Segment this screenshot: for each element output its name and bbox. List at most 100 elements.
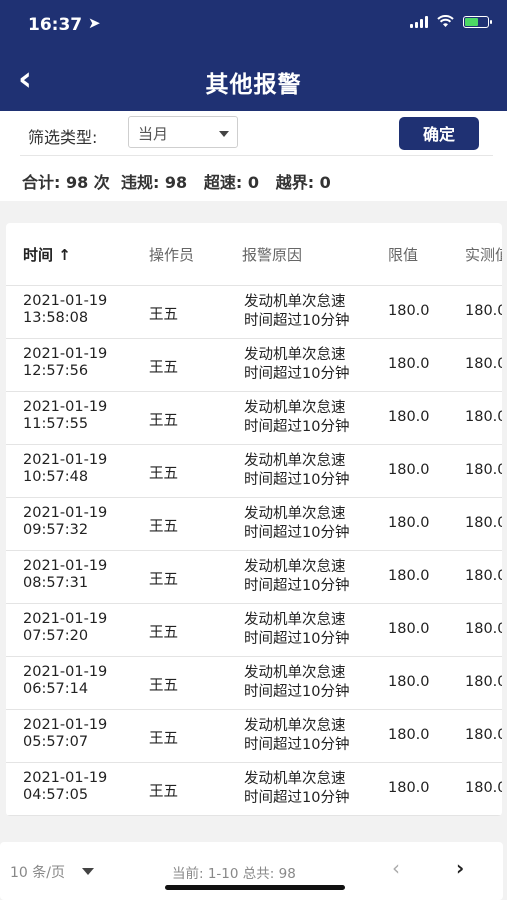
cell-reason-line2: 时间超过10分钟 bbox=[244, 313, 350, 329]
cell-clock: 05:57:07 bbox=[23, 734, 89, 750]
cell-time: 2021-01-19 04:57:05 bbox=[23, 770, 107, 804]
cell-clock: 11:57:55 bbox=[23, 416, 89, 432]
confirm-button[interactable]: 确定 bbox=[399, 117, 479, 150]
cell-reason-line1: 发动机单次怠速 bbox=[244, 771, 346, 787]
cell-limit: 180.0 bbox=[388, 621, 430, 637]
wifi-icon bbox=[437, 15, 454, 27]
cell-limit: 180.0 bbox=[388, 356, 430, 372]
app-header: 16:37 ➤ ‹ 其他报警 bbox=[0, 0, 507, 111]
filter-type-label: 筛选类型: bbox=[28, 128, 98, 147]
cell-actual: 180.0 bbox=[465, 780, 502, 796]
column-header-operator: 操作员 bbox=[149, 246, 195, 264]
chevron-right-icon[interactable]: › bbox=[456, 856, 464, 880]
cell-operator: 王五 bbox=[149, 625, 178, 641]
column-header-time[interactable]: 时间 ↑ bbox=[23, 244, 71, 265]
cell-date: 2021-01-19 bbox=[23, 611, 108, 627]
table-row[interactable]: 2021-01-19 13:58:08 王五 发动机单次怠速 时间超过10分钟 180.0… bbox=[6, 285, 502, 339]
cell-operator: 王五 bbox=[149, 784, 178, 800]
cell-actual: 180.0 bbox=[465, 462, 502, 478]
cell-reason-line2: 时间超过10分钟 bbox=[244, 366, 350, 382]
location-arrow-icon: ➤ bbox=[88, 14, 101, 32]
cell-clock: 10:57:48 bbox=[23, 469, 89, 485]
cell-limit: 180.0 bbox=[388, 515, 430, 531]
cell-reason: 发动机单次怠速 时间超过10分钟 bbox=[244, 664, 349, 702]
cell-reason-line2: 时间超过10分钟 bbox=[244, 790, 350, 806]
caret-down-icon[interactable] bbox=[82, 868, 94, 875]
table-row[interactable]: 2021-01-19 10:57:48 王五 发动机单次怠速 时间超过10分钟 180.0… bbox=[6, 444, 502, 498]
cell-reason: 发动机单次怠速 时间超过10分钟 bbox=[244, 452, 349, 490]
cell-operator: 王五 bbox=[149, 678, 178, 694]
cell-clock: 06:57:14 bbox=[23, 681, 89, 697]
cell-reason: 发动机单次怠速 时间超过10分钟 bbox=[244, 558, 349, 596]
table-row[interactable]: 2021-01-19 07:57:20 王五 发动机单次怠速 时间超过10分钟 180.0… bbox=[6, 603, 502, 657]
cell-clock: 09:57:32 bbox=[23, 522, 89, 538]
cell-time: 2021-01-19 08:57:31 bbox=[23, 558, 107, 592]
table-row[interactable]: 2021-01-19 04:57:05 王五 发动机单次怠速 时间超过10分钟 180.0… bbox=[6, 762, 502, 816]
page-size-select[interactable]: 10 条/页 bbox=[10, 862, 65, 882]
caret-down-icon bbox=[219, 131, 229, 137]
cell-actual: 180.0 bbox=[465, 515, 502, 531]
cell-reason: 发动机单次怠速 时间超过10分钟 bbox=[244, 770, 349, 808]
cell-reason: 发动机单次怠速 时间超过10分钟 bbox=[244, 611, 349, 649]
cell-actual: 180.0 bbox=[465, 621, 502, 637]
cell-operator: 王五 bbox=[149, 307, 178, 323]
cell-date: 2021-01-19 bbox=[23, 664, 108, 680]
signal-icon bbox=[410, 15, 428, 28]
table-row[interactable]: 2021-01-19 08:57:31 王五 发动机单次怠速 时间超过10分钟 180.0… bbox=[6, 550, 502, 604]
cell-date: 2021-01-19 bbox=[23, 558, 108, 574]
divider bbox=[20, 155, 493, 156]
cell-operator: 王五 bbox=[149, 360, 178, 376]
pagination-bar: 10 条/页 当前: 1-10 总共: 98 ‹ › bbox=[0, 842, 503, 900]
cell-date: 2021-01-19 bbox=[23, 717, 108, 733]
table-row[interactable]: 2021-01-19 09:57:32 王五 发动机单次怠速 时间超过10分钟 180.0… bbox=[6, 497, 502, 551]
cell-reason-line1: 发动机单次怠速 bbox=[244, 612, 346, 628]
cell-reason-line2: 时间超过10分钟 bbox=[244, 472, 350, 488]
cell-time: 2021-01-19 10:57:48 bbox=[23, 452, 107, 486]
cell-limit: 180.0 bbox=[388, 568, 430, 584]
cell-reason-line1: 发动机单次怠速 bbox=[244, 665, 346, 681]
cell-reason-line1: 发动机单次怠速 bbox=[244, 506, 346, 522]
cell-reason-line1: 发动机单次怠速 bbox=[244, 400, 346, 416]
chevron-left-icon[interactable]: ‹ bbox=[392, 856, 400, 880]
battery-icon bbox=[463, 15, 492, 28]
cell-time: 2021-01-19 05:57:07 bbox=[23, 717, 107, 751]
cell-reason: 发动机单次怠速 时间超过10分钟 bbox=[244, 717, 349, 755]
cell-clock: 08:57:31 bbox=[23, 575, 89, 591]
cell-time: 2021-01-19 06:57:14 bbox=[23, 664, 107, 698]
filter-type-select[interactable]: 当月 bbox=[128, 116, 238, 148]
home-indicator[interactable] bbox=[165, 885, 345, 890]
cell-actual: 180.0 bbox=[465, 568, 502, 584]
cell-time: 2021-01-19 09:57:32 bbox=[23, 505, 107, 539]
column-header-actual: 实测值 bbox=[465, 246, 502, 264]
table-header: 时间 ↑ 操作员 报警原因 限值 实测值 bbox=[6, 223, 502, 286]
table-row[interactable]: 2021-01-19 11:57:55 王五 发动机单次怠速 时间超过10分钟 180.0… bbox=[6, 391, 502, 445]
cell-operator: 王五 bbox=[149, 519, 178, 535]
cell-reason-line1: 发动机单次怠速 bbox=[244, 453, 346, 469]
cell-reason-line2: 时间超过10分钟 bbox=[244, 737, 350, 753]
cell-reason-line2: 时间超过10分钟 bbox=[244, 525, 350, 541]
cell-reason-line2: 时间超过10分钟 bbox=[244, 684, 350, 700]
cell-limit: 180.0 bbox=[388, 303, 430, 319]
cell-date: 2021-01-19 bbox=[23, 770, 108, 786]
summary-stats: 合计: 98 次 违规: 98 超速: 0 越界: 0 bbox=[22, 173, 331, 192]
cell-actual: 180.0 bbox=[465, 356, 502, 372]
table-row[interactable]: 2021-01-19 05:57:07 王五 发动机单次怠速 时间超过10分钟 180.0… bbox=[6, 709, 502, 763]
cell-clock: 12:57:56 bbox=[23, 363, 89, 379]
cell-reason-line2: 时间超过10分钟 bbox=[244, 578, 350, 594]
cell-reason: 发动机单次怠速 时间超过10分钟 bbox=[244, 346, 349, 384]
cell-date: 2021-01-19 bbox=[23, 399, 108, 415]
cell-date: 2021-01-19 bbox=[23, 346, 108, 362]
cell-reason-line1: 发动机单次怠速 bbox=[244, 294, 346, 310]
cell-limit: 180.0 bbox=[388, 780, 430, 796]
cell-operator: 王五 bbox=[149, 731, 178, 747]
cell-reason-line2: 时间超过10分钟 bbox=[244, 419, 350, 435]
cell-clock: 07:57:20 bbox=[23, 628, 89, 644]
cell-limit: 180.0 bbox=[388, 674, 430, 690]
table-row[interactable]: 2021-01-19 06:57:14 王五 发动机单次怠速 时间超过10分钟 180.0… bbox=[6, 656, 502, 710]
filter-panel: 筛选类型: 当月 确定 合计: 98 次 违规: 98 超速: 0 越界: 0 bbox=[0, 111, 507, 201]
table-row[interactable]: 2021-01-19 12:57:56 王五 发动机单次怠速 时间超过10分钟 180.0… bbox=[6, 338, 502, 392]
filter-type-value: 当月 bbox=[138, 125, 169, 143]
alarm-table[interactable]: 时间 ↑ 操作员 报警原因 限值 实测值 2021-01-1913:58:08 王… bbox=[6, 223, 502, 816]
pagination-info: 当前: 1-10 总共: 98 bbox=[172, 866, 296, 882]
cell-time: 2021-01-19 13:58:08 bbox=[23, 293, 107, 327]
